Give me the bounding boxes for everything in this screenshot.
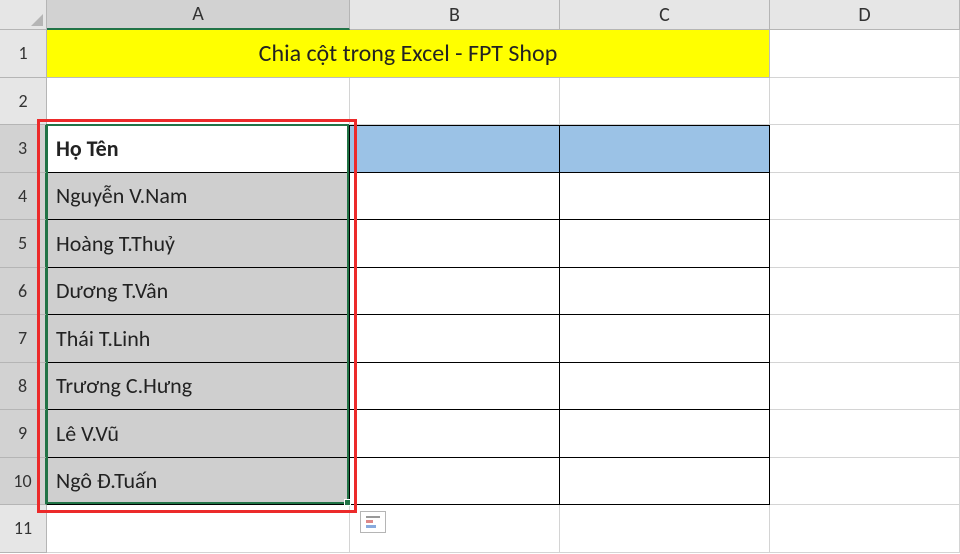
cell-D1[interactable] bbox=[770, 30, 960, 78]
row-header-4[interactable]: 4 bbox=[0, 173, 47, 221]
row-header-11[interactable]: 11 bbox=[0, 505, 47, 553]
cell-C9[interactable] bbox=[560, 410, 770, 458]
col-header-A[interactable]: A bbox=[47, 0, 350, 30]
col-header-D[interactable]: D bbox=[770, 0, 960, 30]
cell-D8[interactable] bbox=[770, 363, 960, 411]
cell-C2[interactable] bbox=[560, 78, 770, 126]
cell-B9[interactable] bbox=[350, 410, 560, 458]
col-header-B[interactable]: B bbox=[350, 0, 560, 30]
select-all-corner[interactable] bbox=[0, 0, 47, 30]
cell-C4[interactable] bbox=[560, 173, 770, 221]
row-header-5[interactable]: 5 bbox=[0, 220, 47, 268]
cell-C3[interactable] bbox=[560, 125, 770, 173]
cell-A2[interactable] bbox=[47, 78, 350, 126]
cell-B3[interactable] bbox=[350, 125, 560, 173]
cell-A8[interactable]: Trương C.Hưng bbox=[47, 363, 350, 411]
row-header-7[interactable]: 7 bbox=[0, 315, 47, 363]
cell-D11[interactable] bbox=[770, 505, 960, 553]
row-header-2[interactable]: 2 bbox=[0, 78, 47, 126]
cell-C6[interactable] bbox=[560, 268, 770, 316]
cell-A9[interactable]: Lê V.Vũ bbox=[47, 410, 350, 458]
row-header-8[interactable]: 8 bbox=[0, 363, 47, 411]
cell-D7[interactable] bbox=[770, 315, 960, 363]
cell-D5[interactable] bbox=[770, 220, 960, 268]
row-header-1[interactable]: 1 bbox=[0, 30, 47, 78]
cell-D2[interactable] bbox=[770, 78, 960, 126]
cell-D10[interactable] bbox=[770, 458, 960, 506]
cell-B2[interactable] bbox=[350, 78, 560, 126]
cell-D3[interactable] bbox=[770, 125, 960, 173]
cell-B5[interactable] bbox=[350, 220, 560, 268]
cell-A5[interactable]: Hoàng T.Thuỷ bbox=[47, 220, 350, 268]
cell-A4[interactable]: Nguyễn V.Nam bbox=[47, 173, 350, 221]
cell-A3[interactable]: Họ Tên bbox=[47, 125, 350, 173]
row-header-10[interactable]: 10 bbox=[0, 458, 47, 506]
cell-A11[interactable] bbox=[47, 505, 350, 553]
cell-B10[interactable] bbox=[350, 458, 560, 506]
row-header-9[interactable]: 9 bbox=[0, 410, 47, 458]
row-header-3[interactable]: 3 bbox=[0, 125, 47, 173]
cell-D4[interactable] bbox=[770, 173, 960, 221]
cell-A7[interactable]: Thái T.Linh bbox=[47, 315, 350, 363]
cell-C7[interactable] bbox=[560, 315, 770, 363]
cell-B6[interactable] bbox=[350, 268, 560, 316]
cell-C11[interactable] bbox=[560, 505, 770, 553]
cell-C10[interactable] bbox=[560, 458, 770, 506]
row-header-6[interactable]: 6 bbox=[0, 268, 47, 316]
cell-C5[interactable] bbox=[560, 220, 770, 268]
cell-D9[interactable] bbox=[770, 410, 960, 458]
cell-C8[interactable] bbox=[560, 363, 770, 411]
cell-A10[interactable]: Ngô Đ.Tuấn bbox=[47, 458, 350, 506]
cell-D6[interactable] bbox=[770, 268, 960, 316]
cell-B7[interactable] bbox=[350, 315, 560, 363]
quick-analysis-button[interactable] bbox=[360, 511, 386, 533]
cell-B4[interactable] bbox=[350, 173, 560, 221]
title-cell[interactable]: Chia cột trong Excel - FPT Shop bbox=[47, 30, 770, 78]
cell-B8[interactable] bbox=[350, 363, 560, 411]
cell-A6[interactable]: Dương T.Vân bbox=[47, 268, 350, 316]
col-header-C[interactable]: C bbox=[560, 0, 770, 30]
